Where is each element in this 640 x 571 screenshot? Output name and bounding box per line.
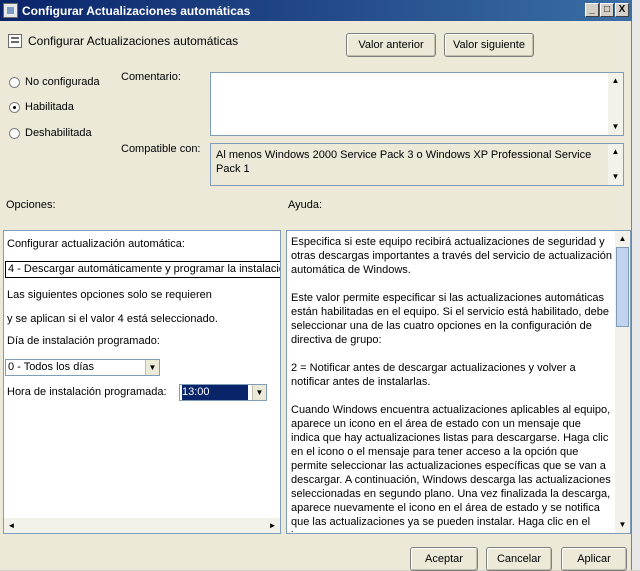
radio-not-configured[interactable] bbox=[9, 77, 20, 88]
config-dropdown-value: 4 - Descargar automáticamente y programa… bbox=[8, 263, 281, 275]
radio-not-configured-label: No configurada bbox=[25, 76, 100, 88]
chevron-down-icon[interactable]: ▼ bbox=[252, 385, 266, 400]
scroll-down-icon[interactable]: ▼ bbox=[608, 170, 623, 184]
compatible-field: Al menos Windows 2000 Service Pack 3 o W… bbox=[210, 143, 624, 186]
help-label: Ayuda: bbox=[288, 199, 323, 211]
options-label: Opciones: bbox=[6, 199, 56, 211]
help-panel: Especifica si este equipo recibirá actua… bbox=[286, 230, 631, 534]
policy-name: Configurar Actualizaciones automáticas bbox=[28, 34, 239, 48]
help-text: Especifica si este equipo recibirá actua… bbox=[291, 235, 612, 533]
minimize-button[interactable]: _ bbox=[585, 3, 599, 17]
policy-dialog: Configurar Actualizaciones automáticas _… bbox=[0, 0, 632, 571]
compatible-label: Compatible con: bbox=[121, 143, 201, 155]
day-label: Día de instalación programado: bbox=[7, 335, 160, 347]
options-panel: Configurar actualización automática: 4 -… bbox=[3, 230, 281, 534]
note-line-2: y se aplican si el valor 4 está seleccio… bbox=[7, 313, 218, 325]
options-horizontal-scrollbar[interactable]: ◄ ► bbox=[4, 518, 280, 533]
comment-label: Comentario: bbox=[121, 71, 181, 83]
hour-label: Hora de instalación programada: bbox=[7, 386, 167, 398]
scroll-up-icon[interactable]: ▲ bbox=[608, 145, 623, 159]
title-bar[interactable]: Configurar Actualizaciones automáticas _… bbox=[0, 0, 632, 21]
scroll-left-icon[interactable]: ◄ bbox=[4, 519, 19, 533]
policy-icon bbox=[8, 34, 22, 48]
note-line-1: Las siguientes opciones solo se requiere… bbox=[7, 289, 212, 301]
scroll-down-icon[interactable]: ▼ bbox=[615, 518, 630, 532]
window-icon bbox=[3, 3, 18, 18]
scroll-down-icon[interactable]: ▼ bbox=[608, 120, 623, 134]
help-paragraph: Especifica si este equipo recibirá actua… bbox=[291, 236, 612, 276]
compatible-scrollbar[interactable]: ▲ ▼ bbox=[608, 144, 623, 185]
help-paragraph: 2 = Notificar antes de descargar actuali… bbox=[291, 362, 576, 388]
comment-textarea[interactable]: ▲ ▼ bbox=[210, 72, 624, 136]
day-dropdown-value: 0 - Todos los días bbox=[8, 361, 95, 373]
radio-disabled[interactable] bbox=[9, 128, 20, 139]
day-dropdown[interactable]: 0 - Todos los días ▼ bbox=[5, 359, 160, 376]
maximize-button[interactable]: □ bbox=[600, 3, 614, 17]
cancel-button[interactable]: Cancelar bbox=[486, 547, 552, 571]
scroll-up-icon[interactable]: ▲ bbox=[615, 232, 630, 246]
compatible-value: Al menos Windows 2000 Service Pack 3 o W… bbox=[216, 149, 592, 175]
radio-disabled-label: Deshabilitada bbox=[25, 127, 92, 139]
radio-enabled[interactable] bbox=[9, 102, 20, 113]
close-button[interactable]: X bbox=[615, 3, 629, 17]
scroll-right-icon[interactable]: ► bbox=[265, 519, 280, 533]
radio-enabled-label: Habilitada bbox=[25, 101, 74, 113]
hour-dropdown[interactable]: 13:00 ▼ bbox=[179, 384, 267, 401]
scroll-up-icon[interactable]: ▲ bbox=[608, 74, 623, 88]
hour-dropdown-value: 13:00 bbox=[182, 385, 248, 400]
chevron-down-icon[interactable]: ▼ bbox=[145, 360, 159, 375]
accept-button[interactable]: Aceptar bbox=[410, 547, 478, 571]
config-dropdown[interactable]: 4 - Descargar automáticamente y programa… bbox=[5, 261, 281, 278]
background-window-edge bbox=[632, 0, 640, 570]
window-title: Configurar Actualizaciones automáticas bbox=[22, 4, 251, 18]
apply-button[interactable]: Aplicar bbox=[561, 547, 627, 571]
scroll-thumb[interactable] bbox=[616, 247, 629, 327]
comment-scrollbar[interactable]: ▲ ▼ bbox=[608, 73, 623, 135]
help-scrollbar[interactable]: ▲ ▼ bbox=[615, 231, 630, 533]
help-paragraph: Este valor permite especificar si las ac… bbox=[291, 292, 609, 346]
config-label: Configurar actualización automática: bbox=[7, 238, 185, 250]
previous-setting-button[interactable]: Valor anterior bbox=[346, 33, 436, 57]
next-setting-button[interactable]: Valor siguiente bbox=[444, 33, 534, 57]
help-paragraph: Cuando Windows encuentra actualizaciones… bbox=[291, 404, 611, 533]
